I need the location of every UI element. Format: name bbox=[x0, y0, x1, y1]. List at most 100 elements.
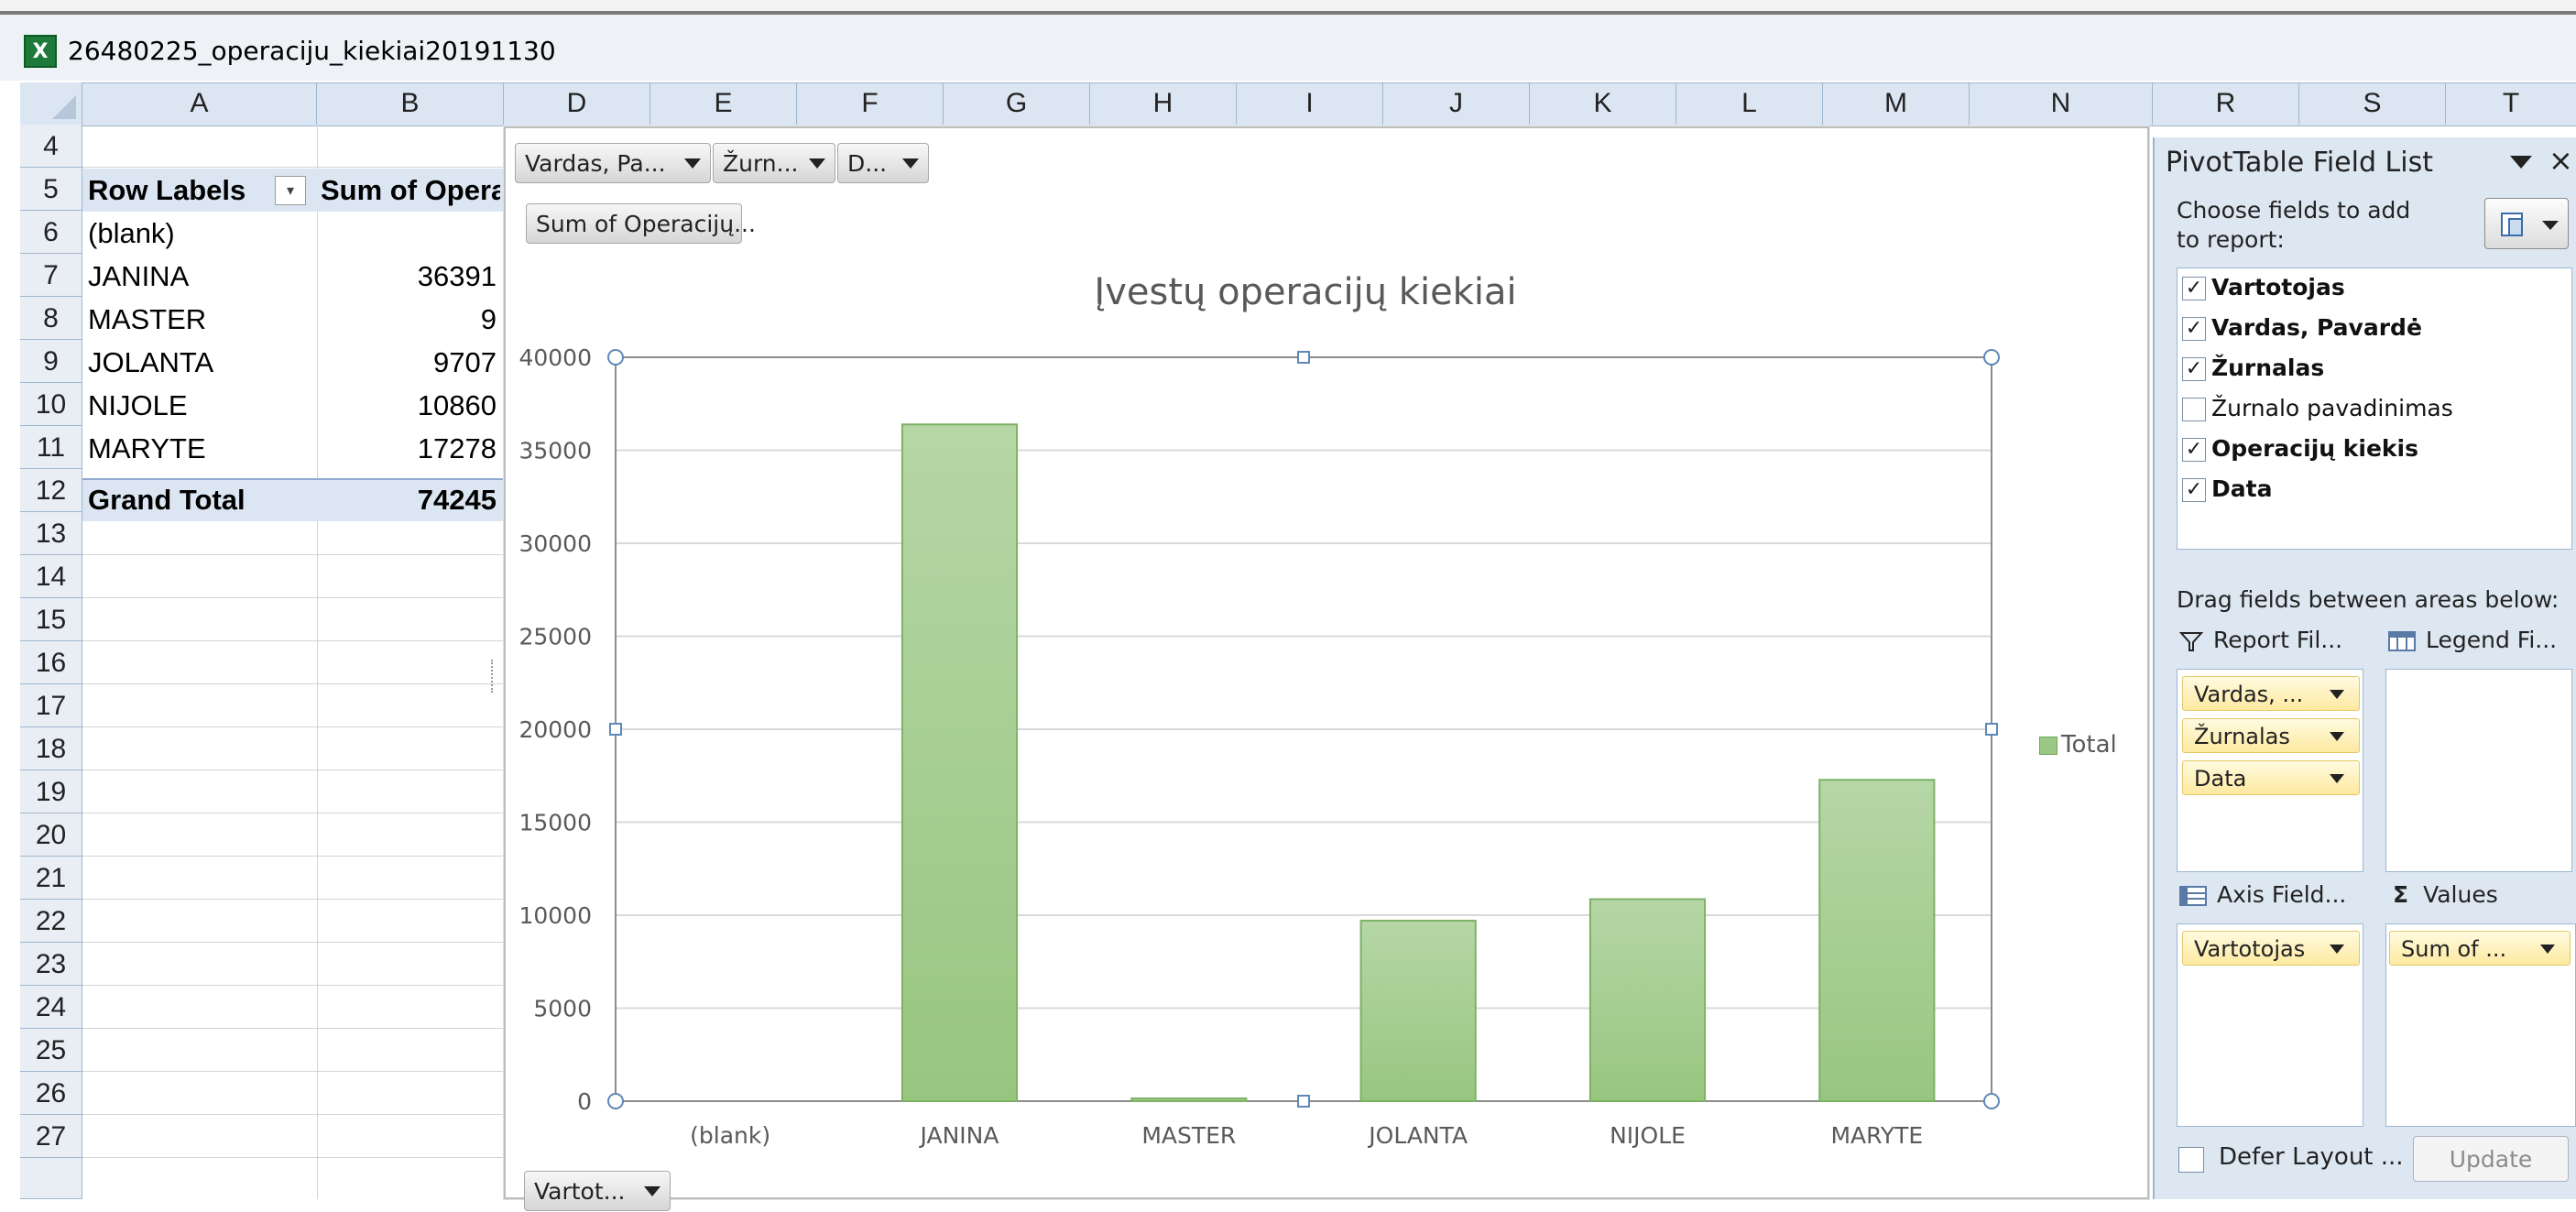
pivot-row-labels-header[interactable]: Row Labels bbox=[88, 169, 246, 212]
splitter-grip[interactable] bbox=[491, 660, 498, 693]
row-header-9[interactable]: 9 bbox=[20, 340, 82, 383]
field-data[interactable]: ✓ Data bbox=[2182, 471, 2272, 508]
field-zurnalo-pavadinimas[interactable]: Žurnalo pavadinimas bbox=[2182, 390, 2453, 427]
row-header-19[interactable]: 19 bbox=[20, 770, 82, 813]
column-header-a[interactable]: A bbox=[82, 82, 317, 125]
chart-values-button[interactable]: Sum of Operacijų... bbox=[526, 203, 756, 244]
row-header-8[interactable]: 8 bbox=[20, 297, 82, 340]
pivot-row-value[interactable]: 10860 bbox=[317, 384, 497, 427]
row-header-18[interactable]: 18 bbox=[20, 727, 82, 770]
pivot-row-label[interactable]: JANINA bbox=[88, 255, 189, 298]
checkbox-checked-icon[interactable]: ✓ bbox=[2182, 438, 2206, 462]
pivot-sum-header[interactable]: Sum of Opera bbox=[321, 169, 500, 212]
row-header-13[interactable]: 13 bbox=[20, 512, 82, 555]
field-zurnalas[interactable]: ✓ Žurnalas bbox=[2182, 350, 2324, 387]
row-header-28[interactable] bbox=[20, 1158, 82, 1199]
column-header-f[interactable]: F bbox=[797, 82, 944, 125]
resize-handle bbox=[1983, 349, 2000, 366]
row-header-16[interactable]: 16 bbox=[20, 641, 82, 684]
field-operaciju-kiekis[interactable]: ✓ Operacijų kiekis bbox=[2182, 431, 2418, 467]
field-vardas-pavarde[interactable]: ✓ Vardas, Pavardė bbox=[2182, 310, 2422, 346]
row-header-4[interactable]: 4 bbox=[20, 125, 82, 168]
row-header-26[interactable]: 26 bbox=[20, 1072, 82, 1115]
column-header-h[interactable]: H bbox=[1090, 82, 1237, 125]
report-filter-chip-vardas[interactable]: Vardas, ... bbox=[2182, 676, 2360, 711]
column-header-l[interactable]: L bbox=[1676, 82, 1823, 125]
column-header-s[interactable]: S bbox=[2299, 82, 2446, 125]
report-filter-chip-zurnalas[interactable]: Žurnalas bbox=[2182, 718, 2360, 753]
column-header-k[interactable]: K bbox=[1530, 82, 1676, 125]
select-all-corner[interactable] bbox=[20, 82, 82, 125]
pane-menu-icon[interactable] bbox=[2510, 156, 2532, 169]
chart-title[interactable]: Įvestų operacijų kiekiai bbox=[1008, 271, 1603, 313]
dropdown-arrow-icon bbox=[2540, 944, 2555, 954]
column-header-n[interactable]: N bbox=[1970, 82, 2153, 125]
row-header-14[interactable]: 14 bbox=[20, 555, 82, 598]
pivot-grand-total-value[interactable]: 74245 bbox=[317, 479, 497, 520]
pivot-row-value[interactable] bbox=[317, 212, 497, 255]
column-header-r[interactable]: R bbox=[2153, 82, 2299, 125]
row-header-7[interactable]: 7 bbox=[20, 254, 82, 297]
row-header-21[interactable]: 21 bbox=[20, 857, 82, 900]
chart-filter-zurnalas-button[interactable]: Žurn... bbox=[713, 143, 835, 183]
row-header-20[interactable]: 20 bbox=[20, 813, 82, 857]
row-labels-filter-dropdown[interactable]: ▾ bbox=[275, 176, 306, 205]
pivot-row-label[interactable]: JOLANTA bbox=[88, 341, 213, 384]
x-axis-tick-labels: (blank) JANINA MASTER JOLANTA NIJOLE MARYTE bbox=[690, 1122, 1923, 1149]
chart-axis-field-button[interactable]: Vartot... bbox=[524, 1171, 671, 1211]
field-list-layout-button[interactable] bbox=[2484, 198, 2569, 249]
chart-filter-vardas-button[interactable]: Vardas, Pa... bbox=[515, 143, 711, 183]
field-label: Žurnalas bbox=[2211, 355, 2325, 381]
field-vartotojas[interactable]: ✓ Vartotojas bbox=[2182, 269, 2345, 306]
row-header-17[interactable]: 17 bbox=[20, 684, 82, 727]
pivot-row-label[interactable]: (blank) bbox=[88, 212, 175, 255]
area-label-text: Legend Fi... bbox=[2426, 627, 2558, 653]
row-header-22[interactable]: 22 bbox=[20, 900, 82, 943]
column-header-m[interactable]: M bbox=[1823, 82, 1970, 125]
grid-row bbox=[82, 727, 504, 770]
row-header-11[interactable]: 11 bbox=[20, 426, 82, 469]
row-header-12[interactable]: 12 bbox=[20, 469, 82, 512]
chart-plot[interactable]: 0 5000 10000 15000 20000 25000 30000 35000 40000… bbox=[504, 330, 2061, 1154]
checkbox-checked-icon[interactable]: ✓ bbox=[2182, 357, 2206, 381]
close-icon[interactable]: × bbox=[2549, 143, 2573, 178]
axis-chip-vartotojas[interactable]: Vartotojas bbox=[2182, 931, 2360, 966]
pivot-row-value[interactable]: 9707 bbox=[317, 341, 497, 384]
row-header-23[interactable]: 23 bbox=[20, 943, 82, 986]
row-header-15[interactable]: 15 bbox=[20, 598, 82, 641]
pivot-row-value[interactable]: 17278 bbox=[317, 427, 497, 470]
bar bbox=[1359, 919, 1477, 1102]
row-header-25[interactable]: 25 bbox=[20, 1029, 82, 1072]
chart-filter-data-button[interactable]: D... bbox=[837, 143, 929, 183]
pivot-row-label[interactable]: MASTER bbox=[88, 298, 206, 341]
pivot-row-value[interactable]: 9 bbox=[317, 298, 497, 341]
column-header-t[interactable]: T bbox=[2446, 82, 2576, 125]
column-header-i[interactable]: I bbox=[1237, 82, 1383, 125]
row-header-24[interactable]: 24 bbox=[20, 986, 82, 1029]
column-header-g[interactable]: G bbox=[944, 82, 1090, 125]
x-tick-label: (blank) bbox=[690, 1122, 770, 1149]
column-header-d[interactable]: D bbox=[504, 82, 650, 125]
column-header-j[interactable]: J bbox=[1383, 82, 1530, 125]
defer-layout-checkbox[interactable] bbox=[2178, 1147, 2204, 1173]
checkbox-checked-icon[interactable]: ✓ bbox=[2182, 478, 2206, 502]
column-header-b[interactable]: B bbox=[317, 82, 504, 125]
pivot-grand-total-label[interactable]: Grand Total bbox=[88, 479, 246, 520]
update-button[interactable]: Update bbox=[2413, 1136, 2569, 1182]
pivot-row-label[interactable]: NIJOLE bbox=[88, 384, 188, 427]
pivot-row-value[interactable]: 36391 bbox=[317, 255, 497, 298]
report-filter-chip-data[interactable]: Data bbox=[2182, 760, 2360, 795]
row-header-27[interactable]: 27 bbox=[20, 1115, 82, 1158]
pivot-row-label[interactable]: MARYTE bbox=[88, 427, 206, 470]
checkbox-checked-icon[interactable]: ✓ bbox=[2182, 317, 2206, 341]
legend-fields-drop-area[interactable] bbox=[2385, 669, 2572, 872]
row-header-5[interactable]: 5 bbox=[20, 168, 82, 211]
column-header-e[interactable]: E bbox=[650, 82, 797, 125]
chart-legend[interactable]: Total bbox=[2039, 731, 2117, 759]
values-chip-sum[interactable]: Sum of ... bbox=[2389, 931, 2571, 966]
bar bbox=[1588, 898, 1707, 1102]
row-header-6[interactable]: 6 bbox=[20, 211, 82, 254]
checkbox-unchecked-icon[interactable] bbox=[2182, 398, 2206, 421]
checkbox-checked-icon[interactable]: ✓ bbox=[2182, 277, 2206, 300]
row-header-10[interactable]: 10 bbox=[20, 383, 82, 426]
